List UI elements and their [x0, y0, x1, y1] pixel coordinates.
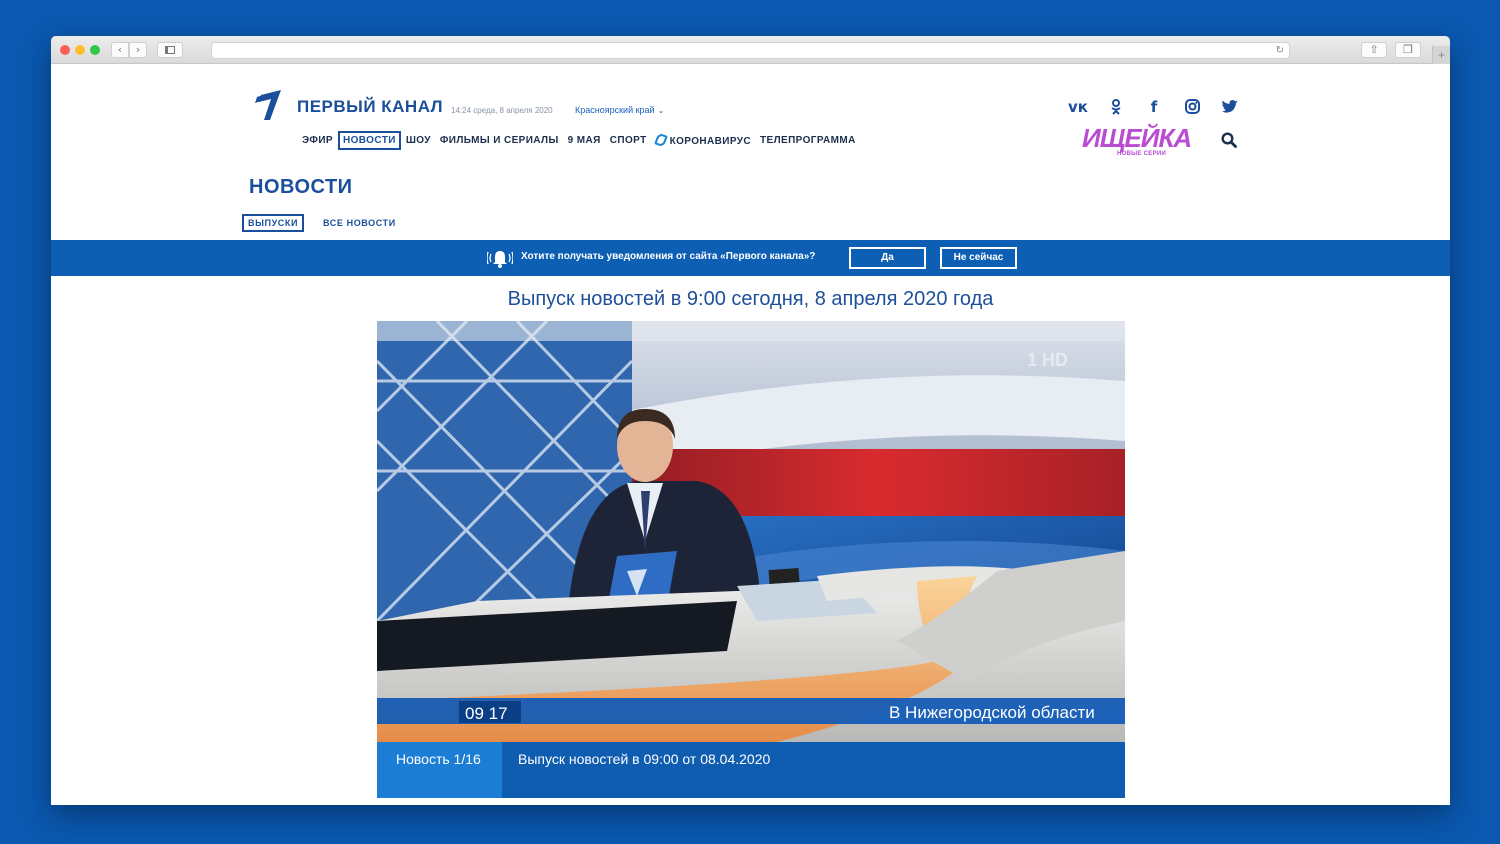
back-button[interactable]: ‹	[111, 42, 129, 58]
new-tab-button[interactable]: +	[1432, 46, 1450, 64]
odnoklassniki-icon[interactable]	[1104, 98, 1128, 116]
close-window-button[interactable]	[60, 45, 70, 55]
nav-item-novosti[interactable]: НОВОСТИ	[337, 131, 401, 150]
twitter-icon[interactable]	[1218, 98, 1242, 116]
share-icon: ⇧	[1369, 43, 1379, 56]
notification-text: Хотите получать уведомления от сайта «Пе…	[521, 251, 816, 262]
chevron-down-icon: ⌄	[657, 106, 665, 115]
plus-icon: +	[1437, 48, 1445, 62]
chevron-right-icon: ›	[135, 43, 141, 56]
tab-all-news[interactable]: ВСЕ НОВОСТИ	[318, 215, 401, 231]
notification-bar: Хотите получать уведомления от сайта «Пе…	[51, 240, 1450, 276]
news-counter[interactable]: Новость 1/16	[377, 742, 502, 798]
chevron-left-icon: ‹	[117, 43, 123, 56]
address-bar[interactable]: ↻	[211, 42, 1290, 59]
nav-item-sport[interactable]: СПОРТ	[606, 132, 651, 149]
search-icon[interactable]	[1221, 132, 1237, 148]
coronavirus-icon	[653, 132, 668, 148]
reload-icon[interactable]: ↻	[1276, 43, 1284, 58]
browser-toolbar: ‹ › ↻ ⇧ ❐ +	[51, 36, 1450, 64]
share-button[interactable]: ⇧	[1361, 42, 1387, 58]
bell-icon	[486, 248, 514, 270]
nav-item-shou[interactable]: ШОУ	[402, 132, 435, 149]
broadcast-time: 09 17	[465, 704, 508, 723]
tab-vypuski[interactable]: ВЫПУСКИ	[242, 214, 305, 232]
nav-item-tv-guide[interactable]: ТЕЛЕПРОГРАММА	[756, 132, 860, 149]
browser-window: ‹ › ↻ ⇧ ❐ + ПЕРВЫЙ КАНАЛ 14:24 среда, 8 …	[51, 36, 1450, 805]
instagram-icon[interactable]	[1180, 98, 1204, 116]
sidebar-icon	[165, 46, 175, 54]
nav-item-films[interactable]: ФИЛЬМЫ И СЕРИАЛЫ	[436, 132, 563, 149]
main-navigation: ЭФИР НОВОСТИ ШОУ ФИЛЬМЫ И СЕРИАЛЫ 9 МАЯ …	[298, 131, 861, 150]
news-ticker: В Нижегородской области	[889, 703, 1095, 722]
nav-item-coronavirus[interactable]: КОРОНАВИРУС	[652, 131, 755, 150]
news-studio-frame: 1 HD 09 17 В Нижегородской области	[377, 321, 1125, 742]
video-caption-bar: Новость 1/16 Выпуск новостей в 09:00 от …	[377, 742, 1125, 798]
sidebar-toggle-button[interactable]	[157, 42, 183, 58]
notification-not-now-button[interactable]: Не сейчас	[940, 247, 1017, 269]
vk-icon[interactable]: ᴠк	[1066, 98, 1090, 116]
zoom-window-button[interactable]	[90, 45, 100, 55]
region-selector[interactable]: Красноярский край ⌄	[575, 105, 664, 115]
promo-subtitle: НОВЫЕ СЕРИИ	[1117, 151, 1167, 157]
promo-title[interactable]: ИЩЕЙКА	[1082, 124, 1192, 152]
nav-item-9-may[interactable]: 9 МАЯ	[564, 132, 605, 149]
video-player[interactable]: 1 HD 09 17 В Нижегородской области	[377, 321, 1125, 742]
nav-item-coronavirus-label: КОРОНАВИРУС	[669, 136, 752, 147]
section-tabs: ВЫПУСКИ ВСЕ НОВОСТИ	[242, 214, 415, 232]
episode-title: Выпуск новостей в 9:00 сегодня, 8 апреля…	[507, 288, 994, 310]
section-title: НОВОСТИ	[249, 176, 353, 198]
facebook-icon[interactable]: f	[1142, 98, 1166, 116]
minimize-window-button[interactable]	[75, 45, 85, 55]
channel-one-logo[interactable]	[255, 89, 283, 121]
nav-item-efir[interactable]: ЭФИР	[298, 132, 337, 149]
current-datetime: 14:24 среда, 8 апреля 2020	[451, 106, 553, 115]
channel-watermark: 1 HD	[1027, 350, 1068, 370]
tab-overview-button[interactable]: ❐	[1395, 42, 1421, 58]
tabs-icon: ❐	[1403, 43, 1413, 56]
region-label: Красноярский край	[575, 105, 655, 115]
brand-name[interactable]: ПЕРВЫЙ КАНАЛ	[297, 97, 443, 117]
notification-yes-button[interactable]: Да	[849, 247, 926, 269]
news-item-title[interactable]: Выпуск новостей в 09:00 от 08.04.2020	[518, 751, 770, 767]
forward-button[interactable]: ›	[129, 42, 147, 58]
